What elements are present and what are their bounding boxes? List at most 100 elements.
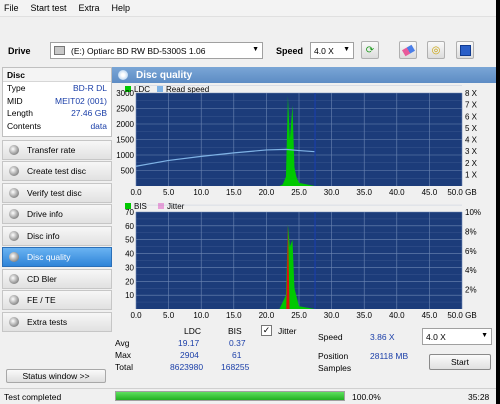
nav-extra-tests[interactable]: Extra tests [2,312,112,332]
samples-label: Samples [318,363,352,373]
nav-label: CD Bler [27,274,57,284]
total-bis: 168255 [221,362,250,372]
drive-label: Drive [8,46,31,56]
y-tick-label: 50 [125,236,134,245]
y-tick-label: 40 [125,250,134,259]
legend-jitter-swatch [158,203,164,209]
status-window-button[interactable]: Status window >> [6,369,106,383]
disc-info-panel: Disc Type BD-R DL MID MEIT02 (001) Length 2… [2,67,112,137]
nav-disc-quality[interactable]: Disc quality [2,247,112,267]
disc-info-key: Type [7,83,26,93]
y-right-tick-label: 4% [465,266,477,275]
x-tick-label: 45.0 [422,188,438,197]
x-tick-label: 15.0 [226,311,242,320]
disc-icon [9,274,19,284]
speed-result-label: Speed [318,332,343,342]
nav-label: Transfer rate [27,145,76,155]
ldc-chart: LDC Read speed 0.0 5.0 10.0 15.0 20.0 25.0 30.… [112,83,496,199]
y-tick-label: 2000 [116,120,134,129]
y-right-tick-label: 2 X [465,159,478,168]
y-right-tick-label: 8% [465,227,477,236]
x-tick-label: 10.0 [193,311,209,320]
legend-bis: BIS [134,202,147,211]
speed-result-value: 3.86 X [370,332,395,342]
disc-info-row: Contents data [3,120,111,133]
x-tick-label: 5.0 [163,188,175,197]
y-tick-label: 500 [121,167,135,176]
position-value: 28118 MB [370,351,409,361]
erase-button[interactable] [399,41,417,59]
copy-button[interactable]: ◎ [427,41,445,59]
y-right-tick-label: 2% [465,286,477,295]
y-tick-label: 3000 [116,89,134,98]
disc-copy-icon: ◎ [431,44,441,56]
disc-icon [9,231,19,241]
nav-disc-info[interactable]: Disc info [2,226,112,246]
avg-bis: 0.37 [229,338,246,348]
nav-create-test-disc[interactable]: Create test disc [2,161,112,181]
disc-icon [118,70,128,80]
elapsed-time: 35:28 [468,392,490,402]
y-tick-label: 10 [125,291,134,300]
max-bis: 61 [232,350,242,360]
panel-title: Disc quality [136,69,193,81]
save-button[interactable] [456,41,474,59]
total-ldc: 8623980 [170,362,204,372]
disc-info-key: Contents [7,120,42,131]
chevron-down-icon: ▼ [481,332,488,339]
nav-transfer-rate[interactable]: Transfer rate [2,140,112,160]
jitter-label: Jitter [278,326,297,336]
menu-start-test[interactable]: Start test [31,3,67,13]
menu-extra[interactable]: Extra [79,3,100,13]
menu-help[interactable]: Help [112,3,131,13]
x-tick-label: 25.0 [291,188,307,197]
y-right-tick-label: 10% [465,208,481,217]
disc-info-key: MID [7,95,23,106]
speed-select[interactable]: 4.0 X ▼ [310,42,354,59]
quality-speed-select[interactable]: 4.0 X ▼ [422,328,492,345]
y-right-tick-label: 4 X [465,136,478,145]
x-tick-label: 50.0 GB [447,311,476,320]
floppy-save-icon [459,44,471,56]
nav-label: Drive info [27,209,63,219]
jitter-checkbox[interactable]: ✓ [261,325,272,336]
y-right-tick-label: 6% [465,247,477,256]
drive-select-value: (E:) Optiarc BD RW BD-5300S 1.06 [71,45,206,56]
disc-info-value: 27.46 GB [71,108,107,118]
nav-label: Create test disc [27,166,87,176]
disc-icon [9,317,19,327]
progress-bar [115,391,345,401]
y-tick-label: 20 [125,277,134,286]
x-tick-label: 10.0 [193,188,209,197]
legend-read-speed-swatch [157,86,163,92]
nav-verify-test-disc[interactable]: Verify test disc [2,183,112,203]
quality-speed-value: 4.0 X [426,331,446,342]
y-tick-label: 1500 [116,136,134,145]
nav-drive-info[interactable]: Drive info [2,204,112,224]
nav-cd-bler[interactable]: CD Bler [2,269,112,289]
status-text: Test completed [4,392,62,402]
y-tick-label: 70 [125,208,134,217]
chevron-down-icon: ▼ [252,46,259,53]
refresh-button[interactable]: ⟳ [361,41,379,59]
drive-select[interactable]: (E:) Optiarc BD RW BD-5300S 1.06 ▼ [50,42,263,59]
x-tick-label: 20.0 [259,311,275,320]
x-tick-label: 0.0 [130,188,142,197]
menu-file[interactable]: File [4,3,19,13]
menu-bar: File Start test Extra Help [0,0,496,17]
disc-icon [9,145,19,155]
bis-chart: BIS Jitter 0.0 5.0 10.0 15.0 20.0 25.0 30.0 35.… [112,200,496,322]
start-button[interactable]: Start [429,354,491,370]
col-ldc-header: LDC [184,326,202,336]
progress-fill [116,392,344,400]
disc-info-value: data [90,120,107,131]
y-right-tick-label: 1 X [465,170,478,179]
x-tick-label: 0.0 [130,311,142,320]
x-tick-label: 30.0 [324,311,340,320]
avg-label: Avg [115,338,130,348]
nav-fe-te[interactable]: FE / TE [2,290,112,310]
y-right-tick-label: 5 X [465,124,478,133]
x-tick-label: 50.0 GB [447,188,476,197]
legend-ldc: LDC [134,85,150,94]
disc-icon [9,295,19,305]
